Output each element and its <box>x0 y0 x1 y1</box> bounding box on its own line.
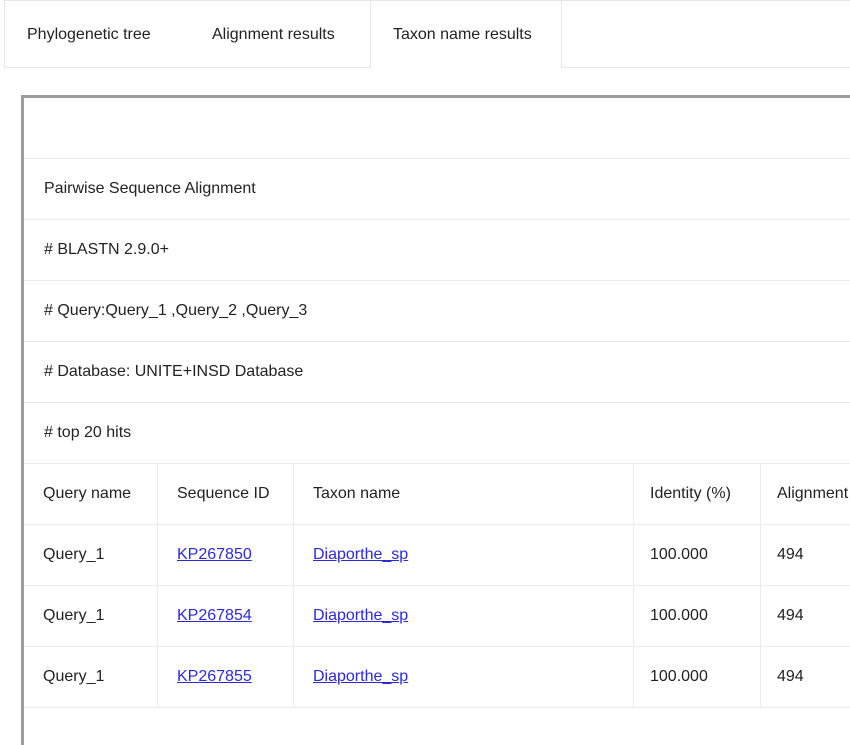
info-row: # Query:Query_1 ,Query_2 ,Query_3 <box>24 281 850 342</box>
header-identity: Identity (%) <box>634 464 761 524</box>
cell-sequence-id: KP267855 <box>158 647 294 707</box>
info-row: # Database: UNITE+INSD Database <box>24 342 850 403</box>
blank-row <box>24 98 850 159</box>
taxon-name-link[interactable]: Diaporthe_sp <box>313 546 408 563</box>
info-row: Pairwise Sequence Alignment <box>24 159 850 220</box>
header-sequence-id: Sequence ID <box>158 464 294 524</box>
tab-taxon-name-results[interactable]: Taxon name results <box>370 1 562 68</box>
cell-identity: 100.000 <box>634 586 761 646</box>
cell-taxon: Diaporthe_sp <box>294 586 634 646</box>
cell-sequence-id: KP267850 <box>158 525 294 585</box>
table-header-row: Query name Sequence ID Taxon name Identi… <box>24 464 850 525</box>
table-row: Query_1 KP267850 Diaporthe_sp 100.000 49… <box>24 525 850 586</box>
cell-alignment: 494 <box>777 668 804 685</box>
header-taxon-name: Taxon name <box>294 464 634 524</box>
cell-identity: 100.000 <box>634 647 761 707</box>
cell-taxon: Diaporthe_sp <box>294 647 634 707</box>
info-title: Pairwise Sequence Alignment <box>44 180 256 197</box>
cell-query: Query_1 <box>24 525 158 585</box>
header-alignment: Alignment <box>777 485 849 502</box>
info-row: # top 20 hits <box>24 403 850 464</box>
cell-identity: 100.000 <box>634 525 761 585</box>
taxon-name-link[interactable]: Diaporthe_sp <box>313 607 408 624</box>
table-row: Query_1 KP267854 Diaporthe_sp 100.000 49… <box>24 586 850 647</box>
cell-sequence-id: KP267854 <box>158 586 294 646</box>
tab-bar: Phylogenetic tree Alignment results Taxo… <box>4 0 850 68</box>
tab-phylogenetic-tree[interactable]: Phylogenetic tree <box>5 1 188 68</box>
cell-taxon: Diaporthe_sp <box>294 525 634 585</box>
info-program: # BLASTN 2.9.0+ <box>44 241 169 258</box>
tab-alignment-results[interactable]: Alignment results <box>188 1 370 68</box>
sequence-id-link[interactable]: KP267850 <box>177 546 252 563</box>
info-hits: # top 20 hits <box>44 424 132 441</box>
sequence-id-link[interactable]: KP267855 <box>177 668 252 685</box>
cell-alignment: 494 <box>777 607 804 624</box>
sequence-id-link[interactable]: KP267854 <box>177 607 252 624</box>
taxon-name-link[interactable]: Diaporthe_sp <box>313 668 408 685</box>
info-query: # Query:Query_1 ,Query_2 ,Query_3 <box>44 302 308 319</box>
table-row: Query_1 KP267855 Diaporthe_sp 100.000 49… <box>24 647 850 708</box>
info-database: # Database: UNITE+INSD Database <box>44 363 304 380</box>
cell-alignment: 494 <box>777 546 804 563</box>
header-query-name: Query name <box>24 464 158 524</box>
info-row: # BLASTN 2.9.0+ <box>24 220 850 281</box>
cell-query: Query_1 <box>24 647 158 707</box>
results-panel: Pairwise Sequence Alignment # BLASTN 2.9… <box>21 95 850 745</box>
cell-query: Query_1 <box>24 586 158 646</box>
